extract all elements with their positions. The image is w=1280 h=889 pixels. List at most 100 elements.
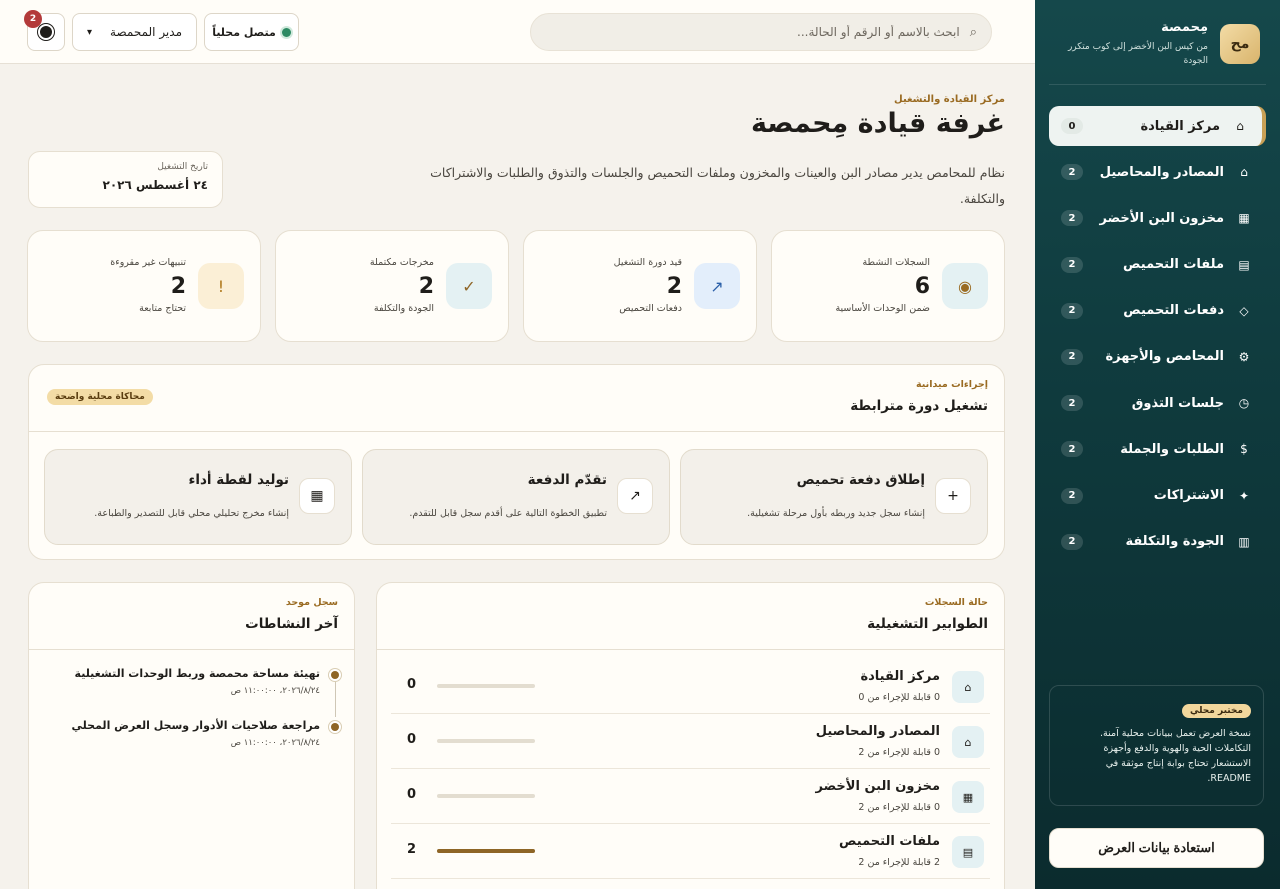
role-select[interactable]: مدير المحمصة ▾ [72,13,197,51]
bell-icon [40,26,52,38]
stat-label: قيد دورة التشغيل [613,257,682,268]
search-icon: ⌕ [969,24,977,40]
sidebar-item-cupping[interactable]: ◷ جلسات التذوق 2 [1049,383,1266,423]
plus-icon: + [935,478,971,514]
local-lab-text: نسخة العرض تعمل ببيانات محلية آمنة. التك… [1100,728,1251,784]
queue-progress-bar [437,684,535,688]
panel-title: تشغيل دورة مترابطة [850,398,988,414]
queue-row[interactable]: ⌂ المصادر والمحاصيل 0 قابلة للإجراء من 2… [391,714,990,769]
action-title: تقدّم الدفعة [527,472,607,488]
action-title: توليد لقطة أداء [188,472,289,488]
sidebar-item-command-center[interactable]: ⌂ مركز القيادة 0 [1049,106,1266,146]
sidebar-item-orders[interactable]: $ الطلبات والجملة 2 [1049,429,1266,469]
search-box[interactable]: ⌕ [530,13,992,51]
stat-value: 2 [666,274,682,299]
stats-row: ◉ السجلات النشطة 6 ضمن الوحدات الأساسية … [27,230,1005,342]
home-icon: ⌂ [1240,165,1248,180]
sidebar-item-label: الجودة والتكلفة [1125,534,1224,550]
grid-icon: ▦ [952,781,984,813]
document-icon: ▤ [952,836,984,868]
panel-eyebrow: إجراءات ميدانية [916,379,988,390]
restore-demo-data-button[interactable]: استعادة بيانات العرض [1049,828,1264,868]
queue-row[interactable]: ▤ ملفات التحميص 2 قابلة للإجراء من 2 2 [391,824,990,879]
sidebar-item-label: المصادر والمحاصيل [1099,164,1224,180]
sidebar-item-count: 2 [1061,210,1083,227]
connection-status-button[interactable]: متصل محلياً [204,13,299,51]
stat-label: مخرجات مكتملة [369,257,434,268]
sidebar-item-count: 2 [1061,395,1083,412]
activity-timeline: تهيئة مساحة محمصة وربط الوحدات التشغيلية… [43,667,340,771]
activity-panel: سجل موحد آخر النشاطات تهيئة مساحة محمصة … [28,582,355,889]
sidebar-item-roast-batches[interactable]: ◇ دفعات التحميص 2 [1049,291,1266,331]
panel-title: آخر النشاطات [245,616,338,632]
action-description: تطبيق الخطوة التالية على أقدم سجل قابل ل… [409,508,607,519]
queue-title: ملفات التحميص [839,834,940,849]
chart-icon: ▥ [1238,534,1250,549]
brand-logo: مح [1220,24,1260,64]
sidebar-item-green-inventory[interactable]: ▦ مخزون البن الأخضر 2 [1049,198,1266,238]
stat-subtitle: ضمن الوحدات الأساسية [835,303,930,314]
sidebar-item-label: جلسات التذوق [1131,395,1224,411]
panel-eyebrow: حالة السجلات [924,597,988,608]
queue-subtitle: 2 قابلة للإجراء من 2 [858,857,940,868]
document-icon: ▤ [1238,257,1250,272]
sidebar-item-label: الاشتراكات [1153,488,1224,503]
sidebar-item-count: 2 [1061,302,1083,319]
panel-divider [377,649,1004,650]
sidebar-item-quality-cost[interactable]: ▥ الجودة والتكلفة 2 [1049,522,1266,562]
sidebar-item-label: مركز القيادة [1140,118,1220,134]
sidebar-item-count: 2 [1061,164,1083,181]
sidebar-item-roasters[interactable]: ⚙ المحامص والأجهزة 2 [1049,337,1266,377]
sidebar-item-count: 2 [1061,441,1083,458]
queue-title: مخزون البن الأخضر [815,779,940,794]
sidebar-item-label: ملفات التحميص [1123,257,1224,273]
activity-title: مراجعة صلاحيات الأدوار وسجل العرض المحلي [71,719,320,732]
sidebar-nav: ⌂ مركز القيادة 0 ⌂ المصادر والمحاصيل 2 ▦… [1049,106,1266,568]
stat-subtitle: دفعات التحميص [619,303,682,314]
sidebar-item-subscriptions[interactable]: ✦ الاشتراكات 2 [1049,476,1266,516]
sidebar-item-label: الطلبات والجملة [1120,441,1224,457]
stat-value: 2 [418,274,434,299]
queue-title: مركز القيادة [860,669,940,684]
arrow-up-right-icon: ↗ [694,263,740,309]
queue-title: المصادر والمحاصيل [815,724,940,739]
queue-row[interactable]: ⌂ مركز القيادة 0 قابلة للإجراء من 0 0 [391,659,990,714]
local-lab-badge: مختبر محلي [1182,704,1251,718]
launch-batch-button[interactable]: + إطلاق دفعة تحميص إنشاء سجل جديد وربطه … [680,449,988,545]
page-eyebrow: مركز القيادة والتشغيل [894,94,1005,105]
stat-label: تنبيهات غير مقروءة [110,257,186,268]
grid-icon: ▦ [1238,211,1250,226]
advance-batch-button[interactable]: ↗ تقدّم الدفعة تطبيق الخطوة التالية على … [362,449,670,545]
stat-value: 2 [170,274,186,299]
sidebar-divider [1049,84,1266,85]
operation-date-label: تاريخ التشغيل [157,162,208,172]
connection-status-label: متصل محلياً [212,25,276,39]
activity-title: تهيئة مساحة محمصة وربط الوحدات التشغيلية [74,667,320,680]
stat-label: السجلات النشطة [862,257,930,268]
stat-card-completed-outputs: ✓ مخرجات مكتملة 2 الجودة والتكلفة [275,230,509,342]
stat-subtitle: الجودة والتكلفة [373,303,434,314]
search-input[interactable] [559,25,960,39]
arrow-up-right-icon: ↗ [617,478,653,514]
operational-queues-panel: حالة السجلات الطوابير التشغيلية ⌂ مركز ا… [376,582,1005,889]
page-description: نظام للمحامص يدير مصادر البن والعينات وا… [430,165,1005,206]
action-description: إنشاء مخرج تحليلي محلي قابل للتصدير والط… [94,508,289,519]
sidebar-item-count: 2 [1061,533,1083,550]
queue-value: 0 [407,677,417,692]
sidebar-item-count: 2 [1061,256,1083,273]
sidebar-item-roast-profiles[interactable]: ▤ ملفات التحميص 2 [1049,245,1266,285]
page-title: غرفة قيادة مِحمصة [751,108,1005,139]
gear-icon: ⚙ [1238,349,1250,364]
queue-progress-fill [437,849,535,853]
queue-subtitle: 0 قابلة للإجراء من 0 [858,692,940,703]
timeline-dot-icon [331,723,339,731]
generate-snapshot-button[interactable]: ▦ توليد لقطة أداء إنشاء مخرج تحليلي محلي… [44,449,352,545]
queue-row[interactable]: ▦ مخزون البن الأخضر 0 قابلة للإجراء من 2… [391,769,990,824]
queue-subtitle: 0 قابلة للإجراء من 2 [858,802,940,813]
notifications-button[interactable]: 2 [24,10,65,51]
chevron-down-icon: ▾ [87,26,93,38]
stat-card-in-cycle: ↗ قيد دورة التشغيل 2 دفعات التحميص [523,230,757,342]
brand: مح مِحمصة من كيس البن الأخضر إلى كوب متك… [1052,18,1260,78]
action-description: إنشاء سجل جديد وربطه بأول مرحلة تشغيلية. [747,508,925,519]
sidebar-item-sources[interactable]: ⌂ المصادر والمحاصيل 2 [1049,152,1266,192]
